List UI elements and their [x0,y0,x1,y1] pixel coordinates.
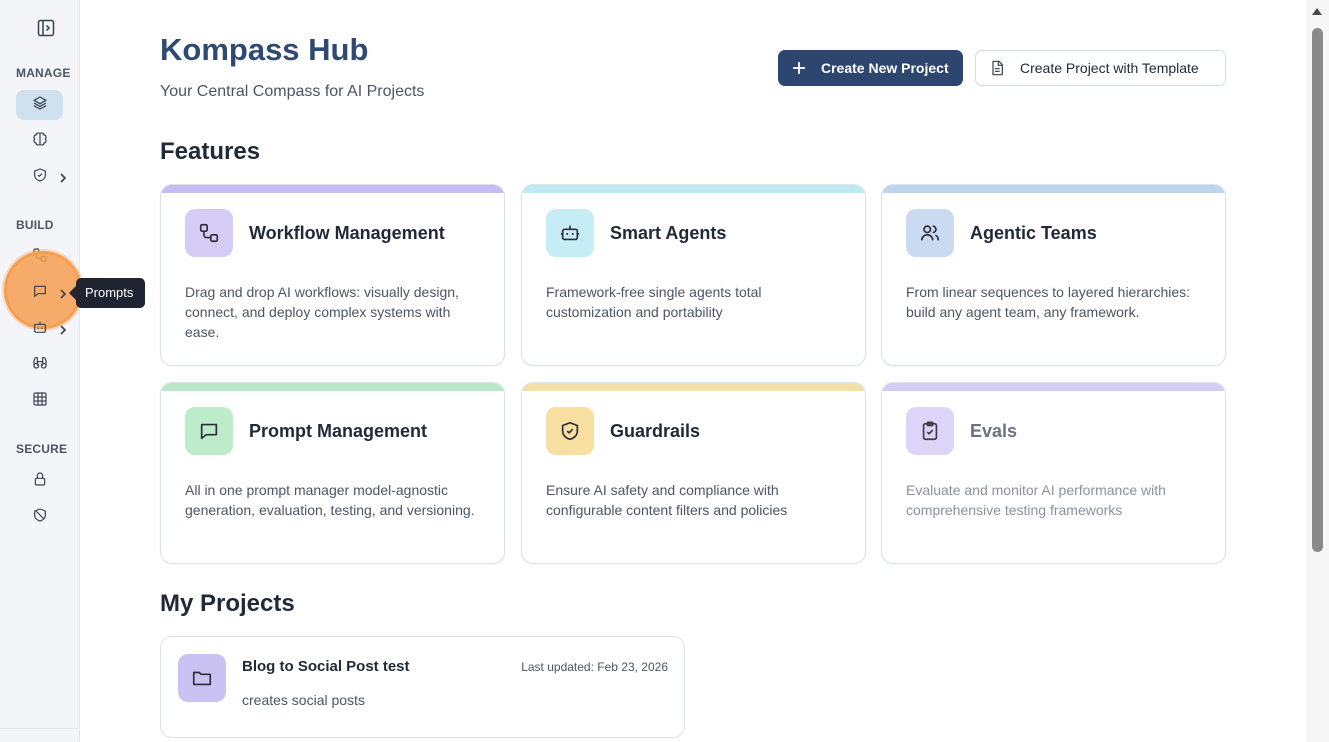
sidebar-item-observe[interactable] [16,350,63,380]
project-title: Blog to Social Post test [242,658,410,675]
card-accent-bar [882,383,1225,391]
tooltip-arrow [69,286,76,300]
sidebar-item-prompts[interactable] [16,278,63,308]
card-description: Ensure AI safety and compliance with con… [546,482,788,518]
feature-card-agentic-teams[interactable]: Agentic Teams From linear sequences to l… [881,184,1226,366]
users-icon [906,209,954,257]
sidebar-item-layers[interactable] [16,90,63,120]
create-new-project-button[interactable]: Create New Project [778,50,963,86]
card-description: Drag and drop AI workflows: visually des… [185,284,459,340]
project-description: creates social posts [242,692,365,708]
sidebar-section-build: BUILD [16,218,54,232]
scroll-up-arrow-icon[interactable] [1312,8,1322,15]
sidebar: MANAGE BUILD SECURE [0,0,82,742]
my-projects-heading: My Projects [160,590,295,617]
sidebar-item-guardrails[interactable] [16,162,63,192]
feature-card-workflow[interactable]: Workflow Management Drag and drop AI wor… [160,184,505,366]
feature-card-evals[interactable]: Evals Evaluate and monitor AI performanc… [881,382,1226,564]
clipboard-check-icon [906,407,954,455]
card-title: Workflow Management [249,223,445,243]
feature-card-smart-agents[interactable]: Smart Agents Framework-free single agent… [521,184,866,366]
message-square-icon [185,407,233,455]
card-title: Prompt Management [249,421,428,441]
card-title: Evals [970,421,1018,441]
shield-off-icon [32,507,48,528]
card-accent-bar [522,383,865,391]
message-square-icon [32,283,48,304]
project-updated: Last updated: Feb 23, 2026 [521,660,668,674]
binoculars-icon [32,355,48,376]
sidebar-item-brain[interactable] [16,126,63,156]
page-title: Kompass Hub [160,32,369,67]
card-accent-bar [161,383,504,391]
page-subtitle: Your Central Compass for AI Projects [160,83,425,100]
create-new-project-label: Create New Project [821,60,949,76]
bot-icon [546,209,594,257]
card-description: Framework-free single agents total custo… [546,284,762,320]
brain-icon [32,131,48,152]
sidebar-item-policies[interactable] [16,502,63,532]
card-title: Guardrails [610,421,701,441]
chevron-right-icon[interactable] [58,323,68,335]
feature-card-guardrails[interactable]: Guardrails Ensure AI safety and complian… [521,382,866,564]
sidebar-item-data[interactable] [16,386,63,416]
shield-check-icon [32,167,48,188]
card-description: Evaluate and monitor AI performance with… [906,482,1166,518]
card-title: Agentic Teams [970,223,1097,243]
sidebar-section-secure: SECURE [16,442,68,456]
create-project-template-button[interactable]: Create Project with Template [975,50,1226,86]
sidebar-toggle-icon[interactable] [36,18,56,38]
workflow-icon [185,209,233,257]
table-icon [32,391,48,412]
card-accent-bar [522,185,865,193]
sidebar-item-agents[interactable] [16,314,63,344]
layers-icon [32,95,48,116]
feature-card-prompt-management[interactable]: Prompt Management All in one prompt mana… [160,382,505,564]
chevron-right-icon[interactable] [58,171,68,183]
card-accent-bar [882,185,1225,193]
card-accent-bar [161,185,504,193]
tooltip-prompts: Prompts [76,278,146,308]
plus-icon [793,62,805,74]
shield-check-icon [546,407,594,455]
bot-icon [32,319,48,340]
card-description: All in one prompt manager model-agnostic… [185,482,475,518]
card-title: Smart Agents [610,223,727,243]
sidebar-divider [0,728,80,729]
card-description: From linear sequences to layered hierarc… [906,284,1191,320]
folder-icon [178,654,226,702]
project-card[interactable]: Blog to Social Post test Last updated: F… [160,636,685,738]
features-heading: Features [160,138,261,165]
lock-icon [32,471,48,492]
sidebar-section-manage: MANAGE [16,66,71,80]
file-text-icon [992,60,1003,76]
sidebar-item-secrets[interactable] [16,466,63,496]
chevron-right-icon[interactable] [58,287,68,299]
create-project-template-label: Create Project with Template [1020,60,1199,76]
scrollbar-thumb[interactable] [1312,28,1323,552]
